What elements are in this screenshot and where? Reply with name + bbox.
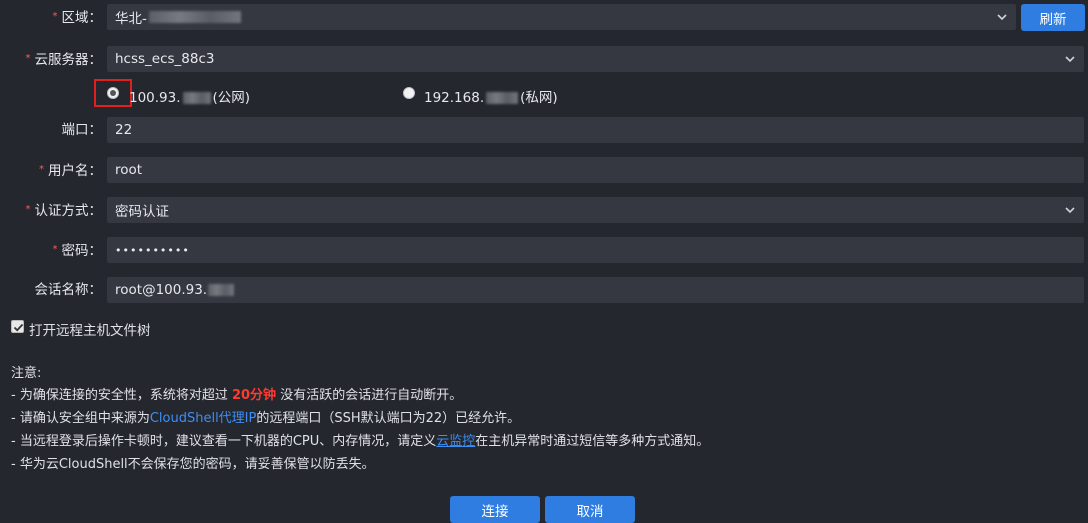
timeout-highlight: 20分钟	[231, 388, 277, 403]
cloud-monitor-link[interactable]: 云监控	[436, 434, 475, 449]
required-asterisk: *	[39, 164, 44, 175]
redacted-blur	[182, 92, 211, 104]
checkmark-icon	[13, 323, 24, 332]
public-ip-label[interactable]: 100.93. (公网)	[129, 86, 250, 106]
file-tree-checkbox[interactable]	[11, 320, 24, 333]
chevron-down-icon	[1065, 56, 1075, 63]
port-label: 端口：	[61, 122, 103, 138]
auth-select[interactable]: 密码认证	[107, 197, 1084, 223]
region-value: 华北-	[115, 11, 147, 27]
chevron-down-icon	[1065, 207, 1075, 214]
public-ip-radio[interactable]	[107, 87, 119, 99]
file-tree-label[interactable]: 打开远程主机文件树	[29, 319, 151, 339]
chevron-down-icon	[997, 14, 1007, 21]
redacted-blur	[486, 92, 519, 104]
region-select[interactable]: 华北-	[107, 4, 1016, 30]
required-asterisk: *	[25, 204, 31, 215]
session-input[interactable]: root@100.93.	[107, 277, 1084, 303]
port-input[interactable]: 22	[107, 117, 1084, 143]
required-asterisk: *	[25, 53, 31, 64]
auth-label: * 认证方式：	[25, 203, 103, 219]
redacted-blur	[148, 11, 241, 23]
region-row: * 区域： 华北-	[0, 4, 1088, 30]
password-row: * 密码： ••••••••••	[0, 237, 1088, 263]
connect-button[interactable]: 连接	[450, 496, 540, 523]
server-label: * 云服务器：	[25, 52, 103, 68]
private-ip-radio[interactable]	[403, 87, 415, 99]
note-line-1: - 为确保连接的安全性，系统将对超过 20分钟 没有活跃的会话进行自动断开。	[11, 388, 463, 403]
username-label: * 用户名：	[39, 163, 102, 179]
server-row: * 云服务器： hcss_ecs_88c3	[0, 46, 1088, 72]
note-line-2: - 请确认安全组中来源为CloudShell代理IP的远程端口（SSH默认端口为…	[11, 411, 521, 426]
region-label: * 区域：	[52, 10, 103, 26]
notes-title: 注意:	[11, 366, 42, 381]
refresh-button[interactable]: 刷新	[1021, 4, 1085, 31]
cloudshell-proxy-ip-link[interactable]: CloudShell代理IP	[150, 411, 257, 426]
cancel-button[interactable]: 取消	[545, 496, 635, 523]
required-asterisk: *	[52, 11, 58, 22]
private-ip-label[interactable]: 192.168. (私网)	[424, 86, 558, 106]
auth-row: * 认证方式： 密码认证	[0, 197, 1088, 223]
username-input[interactable]: root	[107, 157, 1084, 183]
required-asterisk: *	[52, 244, 58, 255]
username-row: * 用户名： root	[0, 157, 1088, 183]
server-value: hcss_ecs_88c3	[115, 51, 215, 67]
note-line-3: - 当远程登录后操作卡顿时，建议查看一下机器的CPU、内存情况，请定义云监控在主…	[11, 434, 710, 449]
session-label: 会话名称：	[34, 282, 103, 298]
password-label: * 密码：	[52, 243, 103, 259]
server-select[interactable]: hcss_ecs_88c3	[107, 46, 1084, 72]
note-line-4: - 华为云CloudShell不会保存您的密码，请妥善保管以防丢失。	[11, 457, 375, 472]
port-row: 端口： 22	[0, 117, 1088, 143]
password-input[interactable]: ••••••••••	[107, 237, 1084, 263]
redacted-blur	[208, 284, 235, 296]
session-row: 会话名称： root@100.93.	[0, 277, 1088, 303]
